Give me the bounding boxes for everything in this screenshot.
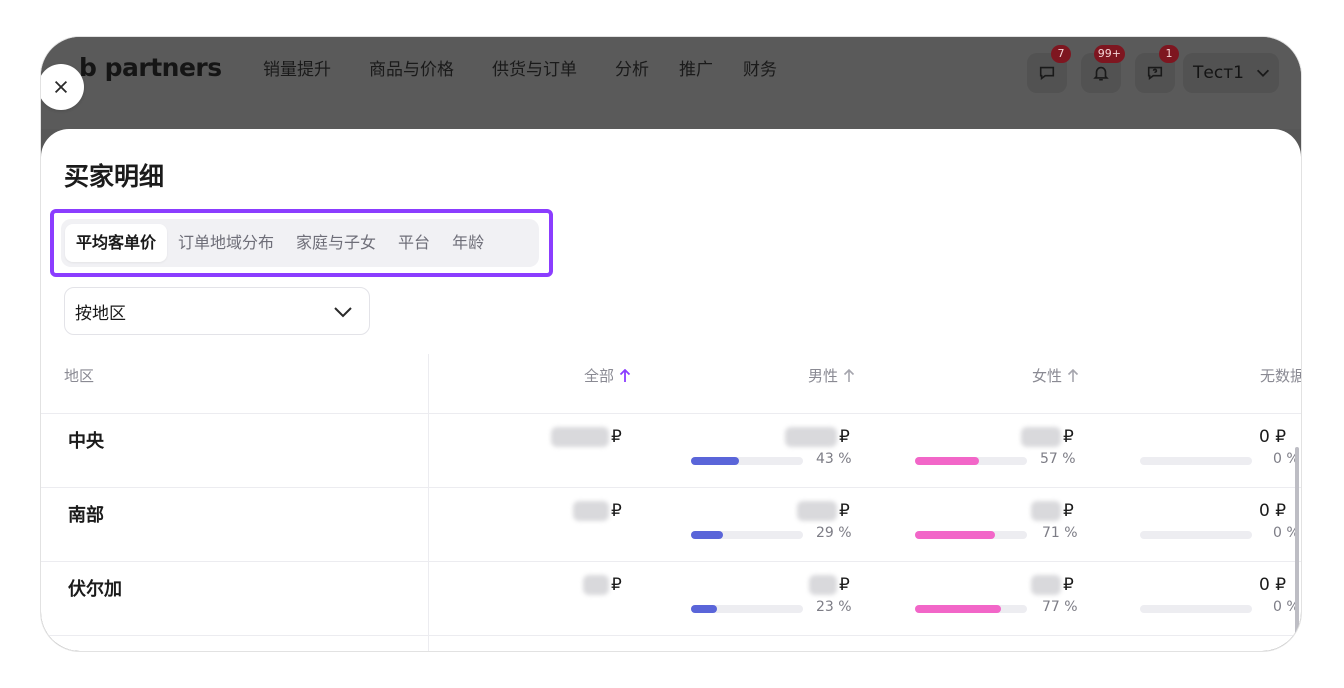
female-percent: 77 %: [1042, 599, 1078, 615]
hidden-value: [583, 575, 609, 595]
male-share-fill: [691, 531, 724, 539]
female-share-fill: [915, 531, 995, 539]
buyer-details-sheet: 买家明细 平均客单价 订单地域分布 家庭与子女 平台 年龄 按地区 地区 全部 …: [41, 129, 1301, 651]
male-share-bar: [691, 531, 803, 539]
app-window: b partners 销量提升 商品与价格 供货与订单 分析 推广 财务 7 9…: [40, 36, 1302, 652]
table-row: 伏尔加 ₽ ₽ 23 % ₽ 77 % 0 ₽ 0 %: [41, 561, 1301, 635]
col-header-no-data[interactable]: 无数据: [1260, 365, 1301, 386]
nav-item-sales[interactable]: 销量提升: [263, 59, 331, 81]
sort-arrow-up-icon: [619, 368, 631, 382]
notification-icons: 7 99+ 1: [1027, 45, 1179, 93]
hidden-value: [573, 501, 609, 521]
region-name: 南部: [68, 505, 104, 526]
female-share-bar: [915, 531, 1027, 539]
chevron-down-icon: [334, 307, 352, 318]
male-share-fill: [691, 605, 717, 613]
female-value: ₽: [1021, 427, 1074, 447]
female-share-bar: [915, 457, 1027, 465]
chevron-down-icon: [1256, 69, 1269, 77]
all-value: ₽: [583, 575, 622, 595]
col-header-male[interactable]: 男性: [808, 365, 855, 386]
female-value: ₽: [1031, 575, 1074, 595]
all-value: ₽: [573, 501, 622, 521]
tab-family-children[interactable]: 家庭与子女: [285, 224, 387, 262]
tab-platform[interactable]: 平台: [387, 224, 441, 262]
close-button[interactable]: [41, 64, 84, 110]
main-nav: 销量提升 商品与价格 供货与订单 分析 推广 财务: [263, 59, 815, 81]
user-menu[interactable]: Тест1: [1183, 53, 1279, 93]
notifications-button[interactable]: 99+: [1081, 45, 1125, 93]
group-by-select[interactable]: 按地区: [64, 287, 370, 335]
male-percent: 43 %: [816, 451, 852, 467]
region-name: 中央: [68, 431, 104, 452]
male-value: ₽: [797, 501, 850, 521]
male-share-bar: [691, 457, 803, 465]
nav-item-supply[interactable]: 供货与订单: [492, 59, 577, 81]
table-header: 地区 全部 男性 女性 无数据: [41, 355, 1301, 413]
col-header-region: 地区: [64, 367, 95, 385]
all-value: ₽: [551, 427, 622, 447]
group-by-value: 按地区: [75, 303, 126, 324]
hidden-value: [1021, 427, 1061, 447]
male-share-bar: [691, 605, 803, 613]
tab-average-check[interactable]: 平均客单价: [65, 224, 168, 262]
nav-item-products[interactable]: 商品与价格: [369, 59, 454, 81]
table-scrollbar[interactable]: [1295, 447, 1299, 639]
sort-arrow-up-icon: [843, 368, 855, 382]
close-icon: [54, 80, 68, 94]
support-badge: 1: [1159, 45, 1179, 63]
table-row: 南部 ₽ ₽ 29 % ₽ 71 % 0 ₽ 0 %: [41, 487, 1301, 561]
row-separator: [41, 635, 1301, 636]
hidden-value: [551, 427, 609, 447]
no-data-share-bar: [1140, 531, 1252, 539]
tab-bar: 平均客单价 订单地域分布 家庭与子女 平台 年龄: [61, 219, 539, 267]
no-data-share-bar: [1140, 605, 1252, 613]
bell-icon: [1093, 66, 1109, 81]
nav-item-promotion[interactable]: 推广: [679, 59, 713, 81]
female-percent: 71 %: [1042, 525, 1078, 541]
col-header-female[interactable]: 女性: [1032, 365, 1079, 386]
hidden-value: [1031, 501, 1061, 521]
nav-item-finance[interactable]: 财务: [743, 59, 777, 81]
tab-order-geography[interactable]: 订单地域分布: [167, 224, 285, 262]
sort-arrow-up-icon: [1067, 368, 1079, 382]
logo: b partners: [79, 53, 222, 82]
hidden-value: [785, 427, 837, 447]
chat-icon: [1039, 66, 1055, 81]
male-percent: 29 %: [816, 525, 852, 541]
female-value: ₽: [1031, 501, 1074, 521]
user-name: Тест1: [1193, 63, 1244, 83]
chat-badge: 7: [1051, 45, 1071, 63]
chat-button[interactable]: 7: [1027, 45, 1071, 93]
female-share-bar: [915, 605, 1027, 613]
col-header-all[interactable]: 全部: [584, 365, 631, 386]
hidden-value: [797, 501, 837, 521]
male-percent: 23 %: [816, 599, 852, 615]
notifications-badge: 99+: [1093, 45, 1125, 63]
hidden-value: [809, 575, 837, 595]
table-row: 中央 ₽ ₽ 43 % ₽ 57 % 0 ₽ 0 %: [41, 413, 1301, 487]
female-percent: 57 %: [1040, 451, 1076, 467]
no-data-value: 0 ₽: [1259, 427, 1287, 447]
hidden-value: [1031, 575, 1061, 595]
male-share-fill: [691, 457, 740, 465]
tab-age[interactable]: 年龄: [441, 224, 495, 262]
support-button[interactable]: 1: [1135, 45, 1179, 93]
male-value: ₽: [809, 575, 850, 595]
help-chat-icon: [1147, 66, 1163, 81]
region-name: 伏尔加: [68, 579, 122, 600]
no-data-share-bar: [1140, 457, 1252, 465]
female-share-fill: [915, 605, 1002, 613]
top-bar: b partners 销量提升 商品与价格 供货与订单 分析 推广 财务 7 9…: [41, 37, 1301, 129]
page-title: 买家明细: [64, 162, 165, 191]
nav-item-analytics[interactable]: 分析: [615, 59, 649, 81]
female-share-fill: [915, 457, 979, 465]
male-value: ₽: [785, 427, 850, 447]
